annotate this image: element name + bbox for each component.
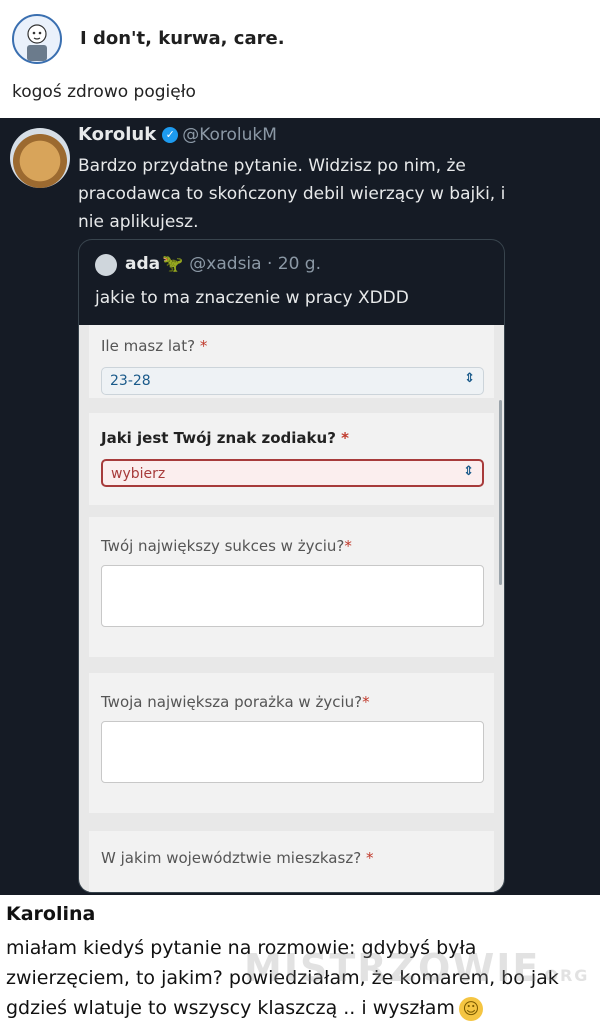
survey-form: Ile masz lat? * 23-28 ⇕ Jaki jest Twój zn…: [79, 325, 504, 892]
quote-handle: @xadsia · 20 g.: [189, 254, 322, 274]
question-success: Twój największy sukces w życiu?*: [89, 517, 494, 657]
failure-textarea[interactable]: [101, 721, 484, 783]
verified-badge-icon: ✓: [162, 127, 179, 143]
question-success-label: Twój największy sukces w życiu?: [101, 537, 345, 555]
post-caption: kogoś zdrowo pogięło: [12, 82, 196, 102]
chevron-updown-icon: ⇕: [464, 371, 475, 386]
required-mark: *: [341, 429, 350, 447]
post-author[interactable]: I don't, kurwa, care.: [80, 28, 285, 49]
quote-author: ada 🦖 @xadsia · 20 g.: [125, 254, 321, 274]
question-zodiac: Jaki jest Twój znak zodiaku? * wybierz ⇕: [89, 413, 494, 505]
post-header: I don't, kurwa, care.: [0, 0, 600, 80]
question-voivodeship-label: W jakim województwie mieszkasz?: [101, 849, 362, 867]
author-avatar[interactable]: [12, 14, 62, 64]
watermark-suffix: ORG: [544, 966, 590, 985]
tweet-handle: @KorolukM: [182, 125, 277, 145]
comment-author[interactable]: Karolina: [6, 903, 95, 925]
quote-text: jakie to ma znaczenie w pracy XDDD: [95, 288, 409, 308]
age-select-value: 23-28: [110, 373, 151, 389]
question-voivodeship: W jakim województwie mieszkasz? *: [89, 831, 494, 892]
required-mark: *: [199, 337, 208, 355]
cartoon-face-icon: [27, 24, 47, 61]
tweet-text: Bardzo przydatne pytanie. Widzisz po nim…: [78, 156, 506, 232]
dinosaur-icon: 🦖: [162, 254, 184, 274]
chevron-updown-icon: ⇕: [463, 464, 474, 479]
zodiac-select-value: wybierz: [111, 466, 166, 482]
watermark-main: MISTRZOWIE: [244, 946, 541, 990]
required-mark: *: [362, 693, 370, 711]
form-scrollbar[interactable]: [499, 400, 502, 585]
question-failure-label: Twoja największa porażka w życiu?: [101, 693, 363, 711]
required-mark: *: [344, 537, 352, 555]
required-mark: *: [365, 849, 374, 867]
quote-author-name: ada: [125, 254, 161, 274]
tweet-screenshot: Koroluk ✓ @KorolukM Bardzo przydatne pytan…: [0, 118, 600, 895]
age-select[interactable]: 23-28 ⇕: [101, 367, 484, 395]
quote-avatar: [95, 254, 117, 276]
tweet-author: Koroluk ✓ @KorolukM: [78, 124, 277, 145]
question-age-label: Ile masz lat?: [101, 337, 196, 355]
question-zodiac-label: Jaki jest Twój znak zodiaku?: [101, 429, 336, 447]
question-failure: Twoja największa porażka w życiu?*: [89, 673, 494, 813]
zodiac-select[interactable]: wybierz ⇕: [101, 459, 484, 487]
tweet-avatar: [10, 128, 70, 188]
site-watermark: MISTRZOWIE ORG: [244, 946, 589, 990]
smiley-icon: ☺: [458, 996, 483, 1021]
question-age: Ile masz lat? * 23-28 ⇕: [89, 325, 494, 398]
quoted-tweet: ada 🦖 @xadsia · 20 g. jakie to ma znaczeni…: [78, 239, 505, 893]
tweet-author-name: Koroluk: [78, 124, 157, 145]
success-textarea[interactable]: [101, 565, 484, 627]
